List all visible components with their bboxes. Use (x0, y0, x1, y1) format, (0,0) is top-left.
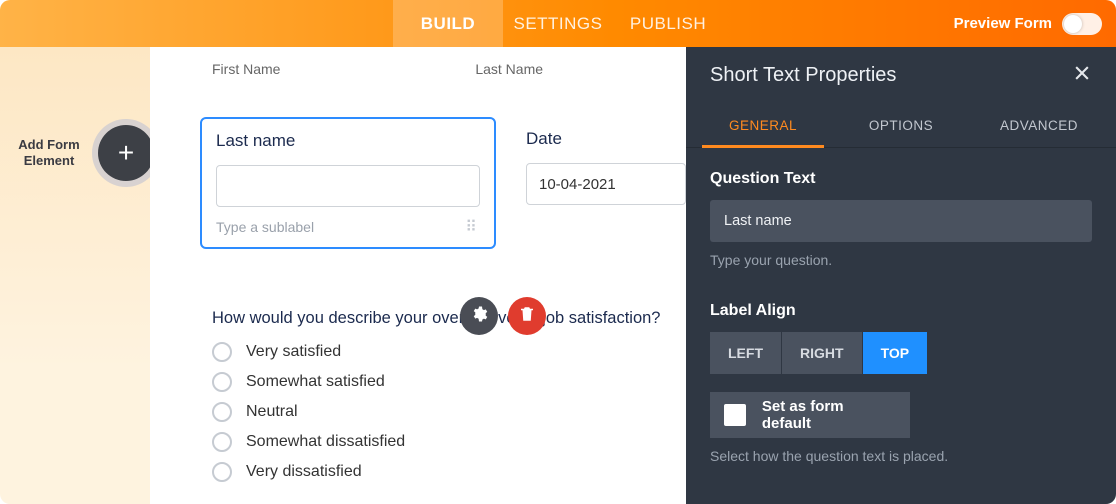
sublabel-placeholder[interactable]: Type a sublabel (216, 219, 314, 235)
list-item[interactable]: Very dissatisfied (212, 462, 686, 482)
element-delete-button[interactable] (508, 297, 546, 335)
label-align-hint: Select how the question text is placed. (710, 448, 1092, 464)
first-name-sublabel: First Name (212, 61, 435, 77)
close-properties-button[interactable] (1072, 63, 1092, 88)
option-label: Very dissatisfied (246, 463, 362, 481)
add-form-element-button[interactable]: + (98, 125, 154, 181)
last-name-sublabel: Last Name (475, 61, 686, 77)
satisfaction-question: How would you describe your overall leve… (212, 309, 686, 482)
question-text[interactable]: How would you describe your overall leve… (212, 309, 686, 328)
option-label: Neutral (246, 403, 298, 421)
body: Add Form Element + First Name Last Name … (0, 47, 1116, 504)
date-field: Date 10-04-2021 (526, 117, 686, 249)
name-row: First Name Last Name (212, 55, 686, 77)
tab-publish[interactable]: PUBLISH (613, 0, 723, 47)
date-label: Date (526, 129, 686, 149)
selected-element-actions (460, 297, 546, 335)
set-form-default[interactable]: Set as form default (710, 392, 910, 438)
date-input[interactable]: 10-04-2021 (526, 163, 686, 205)
props-tab-general[interactable]: GENERAL (694, 104, 832, 147)
header-bar: BUILD SETTINGS PUBLISH Preview Form (0, 0, 1116, 47)
question-text-input[interactable] (710, 200, 1092, 242)
preview-form-toggle[interactable] (1062, 13, 1102, 35)
preview-form-label: Preview Form (954, 15, 1052, 32)
option-label: Very satisfied (246, 343, 341, 361)
element-settings-button[interactable] (460, 297, 498, 335)
option-label: Somewhat satisfied (246, 373, 385, 391)
list-item[interactable]: Very satisfied (212, 342, 686, 362)
selected-text-input[interactable] (216, 165, 480, 207)
radio-icon (212, 462, 232, 482)
radio-icon (212, 432, 232, 452)
app-root: BUILD SETTINGS PUBLISH Preview Form Add … (0, 0, 1116, 504)
selected-element-row: Last name Type a sublabel ⠿ Date 10-04-2… (200, 117, 686, 249)
tab-build[interactable]: BUILD (393, 0, 503, 47)
trash-icon (518, 305, 536, 328)
align-left-button[interactable]: LEFT (710, 332, 781, 374)
properties-panel: Short Text Properties GENERAL OPTIONS AD… (686, 47, 1116, 504)
props-tab-options[interactable]: OPTIONS (832, 104, 970, 147)
question-text-hint: Type your question. (710, 252, 1092, 268)
properties-tabs: GENERAL OPTIONS ADVANCED (686, 104, 1116, 148)
selected-short-text-card[interactable]: Last name Type a sublabel ⠿ (200, 117, 496, 249)
header-tabs: BUILD SETTINGS PUBLISH (393, 0, 723, 47)
add-form-element-label: Add Form Element (10, 137, 88, 169)
list-item[interactable]: Somewhat dissatisfied (212, 432, 686, 452)
form-canvas: First Name Last Name Last name Type a su… (150, 47, 686, 504)
gear-icon (470, 305, 488, 328)
label-align-label: Label Align (710, 302, 1092, 320)
plus-icon: + (118, 137, 134, 169)
selected-question-label[interactable]: Last name (216, 131, 480, 151)
last-name-field: Last Name (475, 55, 686, 77)
list-item[interactable]: Neutral (212, 402, 686, 422)
align-right-button[interactable]: RIGHT (782, 332, 862, 374)
option-label: Somewhat dissatisfied (246, 433, 405, 451)
question-text-label: Question Text (710, 170, 1092, 188)
list-item[interactable]: Somewhat satisfied (212, 372, 686, 392)
checkbox-icon (724, 404, 746, 426)
question-options: Very satisfied Somewhat satisfied Neutra… (212, 342, 686, 482)
left-rail: Add Form Element + (0, 47, 150, 504)
label-align-group: LEFT RIGHT TOP (710, 332, 1092, 374)
close-icon (1072, 70, 1092, 87)
properties-title: Short Text Properties (710, 64, 896, 87)
radio-icon (212, 372, 232, 392)
props-tab-advanced[interactable]: ADVANCED (970, 104, 1108, 147)
preview-form-wrap: Preview Form (954, 13, 1102, 35)
add-form-element: Add Form Element + (10, 137, 140, 169)
set-form-default-label: Set as form default (762, 398, 896, 432)
radio-icon (212, 342, 232, 362)
radio-icon (212, 402, 232, 422)
first-name-field: First Name (212, 55, 435, 77)
drag-handle-icon[interactable]: ⠿ (465, 217, 480, 237)
align-top-button[interactable]: TOP (863, 332, 928, 374)
properties-body: Question Text Type your question. Label … (686, 148, 1116, 486)
tab-settings[interactable]: SETTINGS (503, 0, 613, 47)
properties-header: Short Text Properties (686, 47, 1116, 104)
